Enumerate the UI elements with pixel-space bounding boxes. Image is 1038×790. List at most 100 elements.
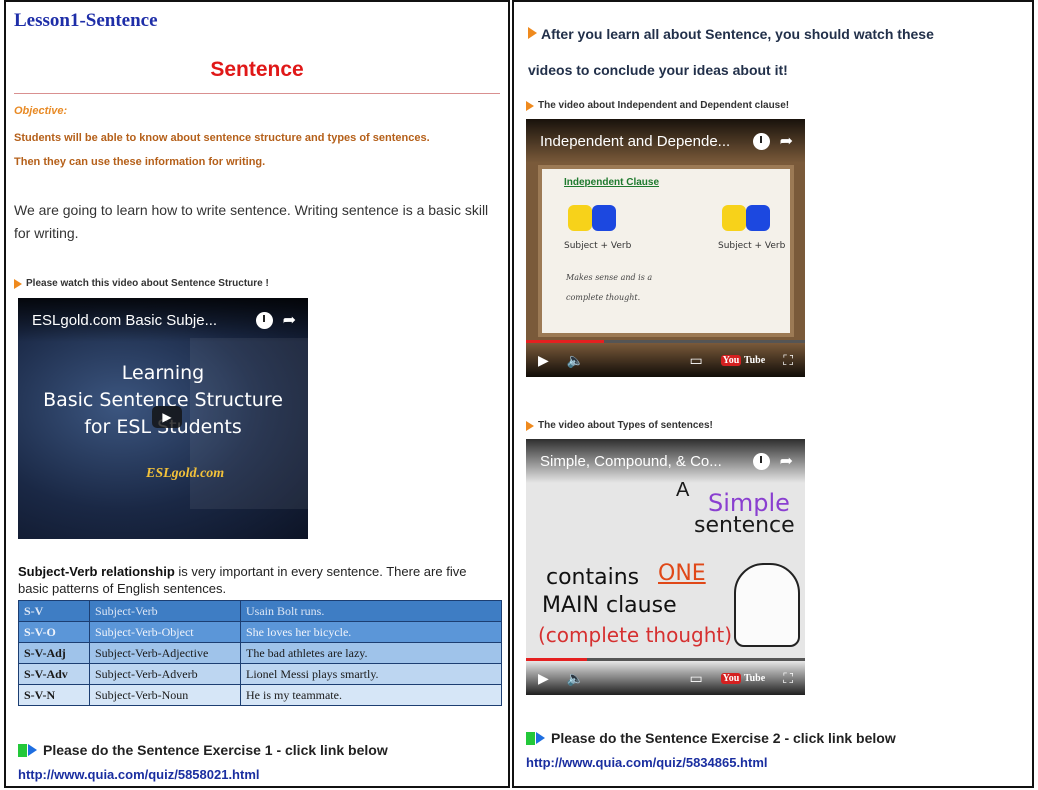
video-player-sentence-structure[interactable]: ESLgold.com Basic Subje... ➦ Learning Ba… xyxy=(18,298,308,539)
pattern-name: Subject-Verb-Adjective xyxy=(89,642,241,664)
arrow-bullet-icon xyxy=(526,420,534,431)
quiz-1-link[interactable]: http://www.quia.com/quiz/5858021.html xyxy=(18,767,260,782)
video-caption: Please watch this video about Sentence S… xyxy=(14,278,269,289)
youtube-you: You xyxy=(720,672,742,684)
volume-icon[interactable]: 🔈 xyxy=(567,352,584,369)
table-row: S-V Subject-Verb Usain Bolt runs. xyxy=(18,600,502,622)
yellow-lego-icon xyxy=(568,205,592,231)
video-caption-text: The video about Independent and Dependen… xyxy=(538,100,790,111)
right-heading-line2: videos to conclude your ideas about it! xyxy=(528,62,788,78)
watch-later-icon[interactable] xyxy=(752,132,770,150)
table-row: S-V-N Subject-Verb-Noun He is my teammat… xyxy=(18,684,502,706)
table-row: S-V-Adv Subject-Verb-Adverb Lionel Messi… xyxy=(18,663,502,685)
slide-word: (complete thought) xyxy=(538,623,733,647)
arrow-bullet-icon xyxy=(14,278,22,289)
pattern-code: S-V-Adv xyxy=(18,663,90,685)
video-title-bar: Independent and Depende... ➦ xyxy=(526,119,805,163)
board-label-left: Subject + Verb xyxy=(564,241,632,251)
board-note: complete thought. xyxy=(566,293,641,302)
share-icon[interactable]: ➦ xyxy=(780,131,793,151)
blue-arrow-icon xyxy=(28,744,37,756)
heading-text: After you learn all about Sentence, you … xyxy=(541,26,934,42)
pattern-code: S-V xyxy=(18,600,90,622)
lesson-title: Lesson1-Sentence xyxy=(14,10,158,31)
green-square-icon xyxy=(18,743,27,757)
video-caption-text: The video about Types of sentences! xyxy=(538,420,713,431)
youtube-logo[interactable]: You Tube xyxy=(720,672,766,684)
video-caption-text: Please watch this video about Sentence S… xyxy=(26,278,269,289)
intro-text: We are going to learn how to write sente… xyxy=(14,202,489,241)
arrow-bullet-icon xyxy=(526,100,534,111)
video-caption: The video about Independent and Dependen… xyxy=(526,100,789,111)
youtube-logo[interactable]: You Tube xyxy=(720,354,766,366)
pattern-name: Subject-Verb xyxy=(89,600,241,622)
fullscreen-icon[interactable]: ⛶ xyxy=(783,352,793,369)
slide-word: contains xyxy=(546,565,640,590)
youtube-you: You xyxy=(720,354,742,366)
play-icon[interactable]: ▶ xyxy=(538,670,549,687)
pattern-name: Subject-Verb-Object xyxy=(89,621,241,643)
title-divider xyxy=(14,93,500,94)
video-title[interactable]: Simple, Compound, & Co... xyxy=(540,453,753,470)
play-button[interactable]: ▶ xyxy=(152,406,182,428)
video-title[interactable]: ESLgold.com Basic Subje... xyxy=(32,312,256,329)
objective-line: Then they can use these information for … xyxy=(14,156,266,168)
board-title: Independent Clause xyxy=(564,177,660,188)
pattern-example: The bad athletes are lazy. xyxy=(240,642,502,664)
slide-line: Learning xyxy=(121,362,205,384)
board-label-right: Subject + Verb xyxy=(718,241,786,251)
video-player-sentence-types[interactable]: A Simple sentence contains ONE MAIN clau… xyxy=(526,439,805,695)
page-title: Sentence xyxy=(210,58,304,81)
arrow-bullet-icon xyxy=(528,27,537,39)
blue-arrow-icon xyxy=(536,732,545,744)
youtube-tube: Tube xyxy=(743,354,766,366)
captions-icon[interactable]: ▭ xyxy=(689,352,702,369)
green-square-icon xyxy=(526,731,535,745)
objective-label: Objective: xyxy=(14,105,68,117)
share-icon[interactable]: ➦ xyxy=(780,451,793,471)
yellow-lego-icon xyxy=(722,205,746,231)
objective-line: Students will be able to know about sent… xyxy=(14,132,430,144)
pattern-code: S-V-N xyxy=(18,684,90,706)
relationship-paragraph: Subject-Verb relationship is very import… xyxy=(18,563,498,597)
eslgold-logo: ESLgold.com xyxy=(146,466,225,481)
exercise-2-prompt: Please do the Sentence Exercise 2 - clic… xyxy=(526,730,896,746)
pattern-code: S-V-O xyxy=(18,621,90,643)
watch-later-icon[interactable] xyxy=(255,311,273,329)
board-note: Makes sense and is a xyxy=(566,273,653,282)
relationship-bold: Subject-Verb relationship xyxy=(18,564,175,579)
video-title-bar: ESLgold.com Basic Subje... ➦ xyxy=(18,298,308,342)
video-caption: The video about Types of sentences! xyxy=(526,420,713,431)
snoopy-illustration xyxy=(734,563,800,647)
video-title[interactable]: Independent and Depende... xyxy=(540,133,753,150)
pattern-name: Subject-Verb-Noun xyxy=(89,684,241,706)
whiteboard: Independent Clause Subject + Verb Subjec… xyxy=(538,165,794,337)
blue-lego-icon xyxy=(592,205,616,231)
slide-word: MAIN clause xyxy=(542,593,677,618)
video-player-clauses[interactable]: Independent Clause Subject + Verb Subjec… xyxy=(526,119,805,377)
blue-lego-icon xyxy=(746,205,770,231)
video-title-bar: Simple, Compound, & Co... ➦ xyxy=(526,439,805,483)
captions-icon[interactable]: ▭ xyxy=(689,670,702,687)
share-icon[interactable]: ➦ xyxy=(283,310,296,330)
slide-word: sentence xyxy=(694,513,795,538)
fullscreen-icon[interactable]: ⛶ xyxy=(783,670,793,687)
player-controls: ▶ 🔈 ▭ You Tube ⛶ xyxy=(526,343,805,377)
player-controls: ▶ 🔈 ▭ You Tube ⛶ xyxy=(526,661,805,695)
pattern-example: Lionel Messi plays smartly. xyxy=(240,663,502,685)
pattern-example: He is my teammate. xyxy=(240,684,502,706)
pattern-example: She loves her bicycle. xyxy=(240,621,502,643)
left-lesson-panel: Lesson1-Sentence Sentence Objective: Stu… xyxy=(4,0,510,788)
pattern-name: Subject-Verb-Adverb xyxy=(89,663,241,685)
pattern-code: S-V-Adj xyxy=(18,642,90,664)
video-slide-text: Learning Basic Sentence Structure for ES… xyxy=(18,360,308,441)
right-heading-line1: After you learn all about Sentence, you … xyxy=(528,14,1028,54)
sentence-patterns-table: S-V Subject-Verb Usain Bolt runs. S-V-O … xyxy=(18,600,502,706)
exercise-2-text: Please do the Sentence Exercise 2 - clic… xyxy=(551,730,896,746)
youtube-tube: Tube xyxy=(743,672,766,684)
watch-later-icon[interactable] xyxy=(752,452,770,470)
play-icon[interactable]: ▶ xyxy=(538,352,549,369)
volume-icon[interactable]: 🔈 xyxy=(567,670,584,687)
exercise-1-text: Please do the Sentence Exercise 1 - clic… xyxy=(43,742,388,758)
quiz-2-link[interactable]: http://www.quia.com/quiz/5834865.html xyxy=(526,755,768,770)
